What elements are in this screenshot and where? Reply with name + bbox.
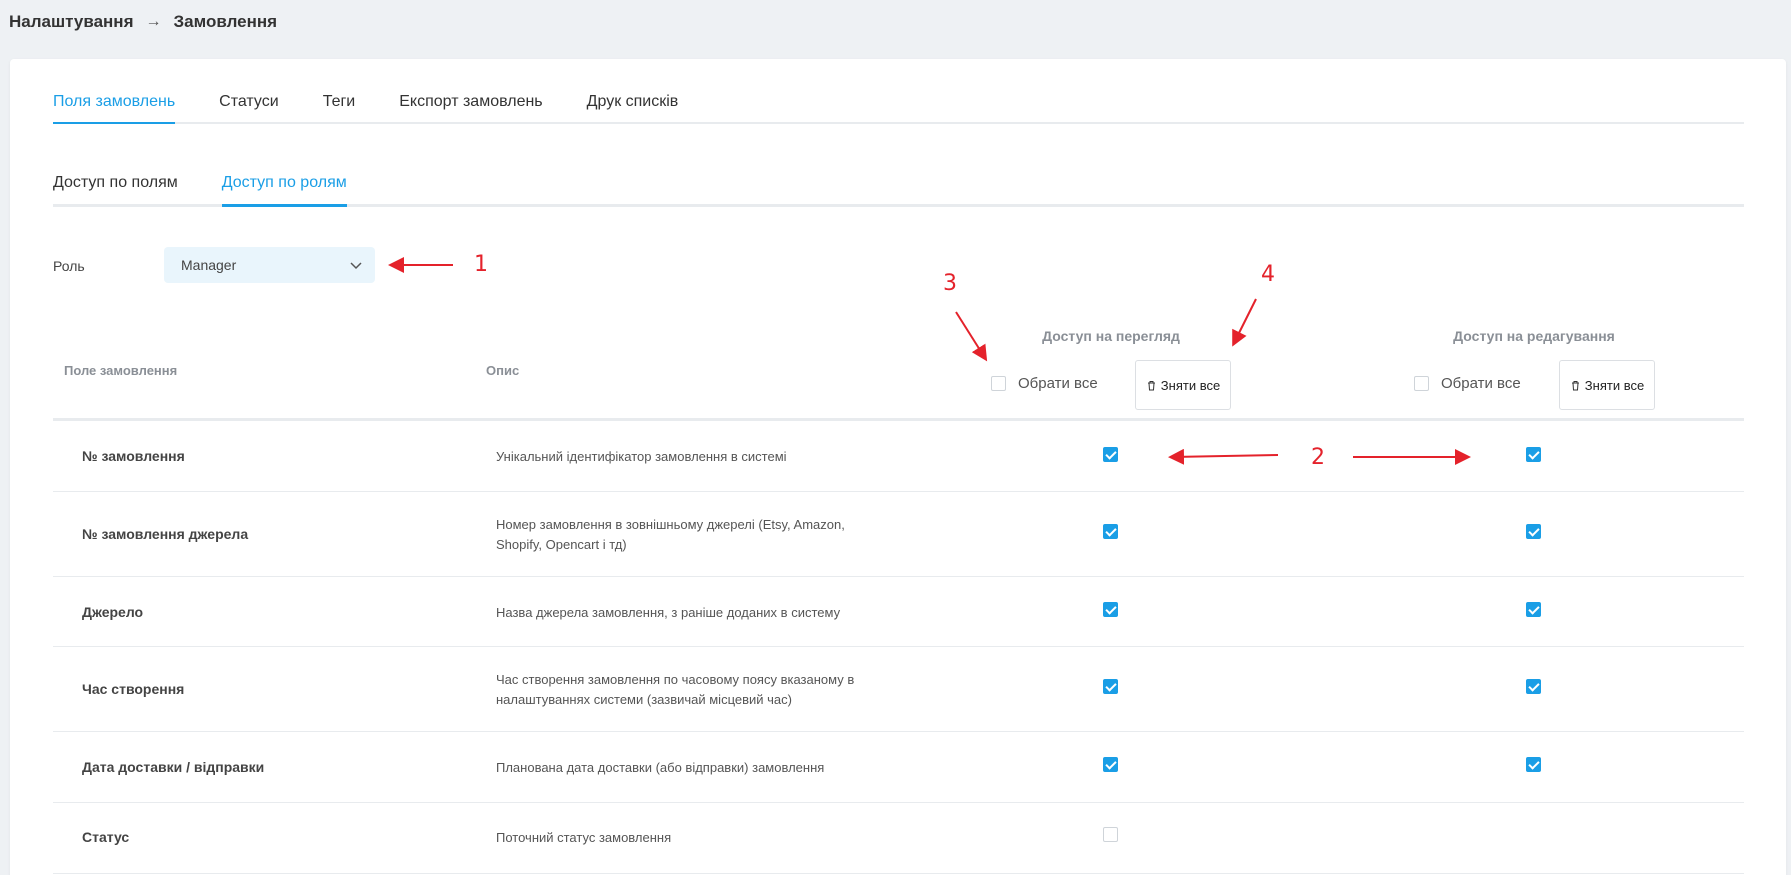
row-edit-checkbox[interactable]	[1526, 602, 1541, 617]
annotation-4: 4	[1261, 262, 1275, 287]
row-divider	[53, 802, 1744, 803]
row-divider	[53, 731, 1744, 732]
column-header-description: Опис	[486, 363, 520, 378]
row-desc-source-order-number: Номер замовлення в зовнішньому джерелі (…	[496, 517, 845, 552]
row-edit-checkbox[interactable]	[1526, 757, 1541, 772]
row-divider	[53, 873, 1744, 874]
edit-select-all-label: Обрати все	[1441, 375, 1521, 392]
row-view-checkbox[interactable]	[1103, 757, 1118, 772]
view-select-all-checkbox[interactable]	[991, 376, 1006, 391]
view-select-all-label: Обрати все	[1018, 375, 1098, 392]
tab-order-export[interactable]: Експорт замовлень	[399, 93, 542, 122]
chevron-down-icon	[350, 262, 362, 270]
role-select[interactable]: Manager	[164, 247, 375, 283]
tab-access-by-fields[interactable]: Доступ по полям	[53, 174, 178, 204]
view-clear-all-button[interactable]: Зняти все	[1135, 360, 1231, 410]
tab-statuses[interactable]: Статуси	[219, 93, 279, 122]
edit-clear-all-button[interactable]: Зняти все	[1559, 360, 1655, 410]
annotation-3: 3	[943, 271, 957, 296]
row-name-order-number: № замовлення	[82, 448, 185, 464]
tab-tags[interactable]: Теги	[323, 93, 356, 122]
breadcrumb-root[interactable]: Налаштування	[9, 12, 134, 32]
row-name-created-time: Час створення	[82, 681, 185, 697]
tab-order-fields[interactable]: Поля замовлень	[53, 93, 176, 124]
row-desc-status: Поточний статус замовлення	[496, 830, 672, 845]
breadcrumb-separator: →	[145, 13, 162, 30]
column-header-field: Поле замовлення	[64, 363, 178, 378]
row-name-status: Статус	[82, 829, 130, 845]
row-edit-checkbox[interactable]	[1526, 447, 1541, 462]
annotation-1: 1	[474, 252, 488, 277]
row-name-source: Джерело	[82, 604, 144, 620]
row-desc-source: Назва джерела замовлення, з раніше додан…	[496, 605, 841, 620]
row-divider	[53, 491, 1744, 492]
row-view-checkbox[interactable]	[1103, 524, 1118, 539]
trash-icon	[1147, 380, 1155, 390]
view-access-title: Доступ на перегляд	[1042, 328, 1180, 344]
role-select-value: Manager	[181, 257, 237, 273]
row-view-checkbox[interactable]	[1103, 827, 1118, 842]
row-desc-created-time: Час створення замовлення по часовому поя…	[496, 672, 855, 707]
row-divider	[53, 576, 1744, 577]
breadcrumb-current: Замовлення	[173, 12, 278, 31]
view-clear-all-label: Зняти все	[1160, 377, 1221, 393]
breadcrumb: Налаштування → Замовлення	[9, 12, 277, 32]
row-name-delivery-date: Дата доставки / відправки	[82, 759, 265, 775]
settings-card: Поля замовлень Статуси Теги Експорт замо…	[10, 59, 1786, 875]
edit-select-all-checkbox[interactable]	[1414, 376, 1429, 391]
edit-access-title: Доступ на редагування	[1453, 328, 1615, 344]
row-view-checkbox[interactable]	[1103, 602, 1118, 617]
row-desc-order-number: Унікальний ідентифікатор замовлення в си…	[496, 449, 787, 464]
edit-clear-all-label: Зняти все	[1584, 377, 1645, 393]
row-edit-checkbox[interactable]	[1526, 524, 1541, 539]
role-label: Роль	[53, 258, 85, 274]
edit-select-all[interactable]: Обрати все	[1414, 375, 1521, 392]
row-divider	[53, 646, 1744, 647]
row-view-checkbox[interactable]	[1103, 679, 1118, 694]
view-select-all[interactable]: Обрати все	[991, 375, 1098, 392]
tab-access-by-roles[interactable]: Доступ по ролям	[221, 174, 347, 207]
row-name-source-order-number: № замовлення джерела	[82, 526, 249, 542]
table-header-divider	[53, 418, 1744, 421]
trash-icon	[1571, 380, 1579, 390]
annotation-2: 2	[1311, 445, 1325, 470]
row-desc-delivery-date: Планована дата доставки (або відправки) …	[496, 760, 825, 775]
sub-tabs: Доступ по полям Доступ по ролям	[53, 174, 1744, 207]
tab-print-lists[interactable]: Друк списків	[587, 93, 679, 122]
row-view-checkbox[interactable]	[1103, 447, 1118, 462]
main-tabs: Поля замовлень Статуси Теги Експорт замо…	[53, 93, 1744, 124]
row-edit-checkbox[interactable]	[1526, 679, 1541, 694]
